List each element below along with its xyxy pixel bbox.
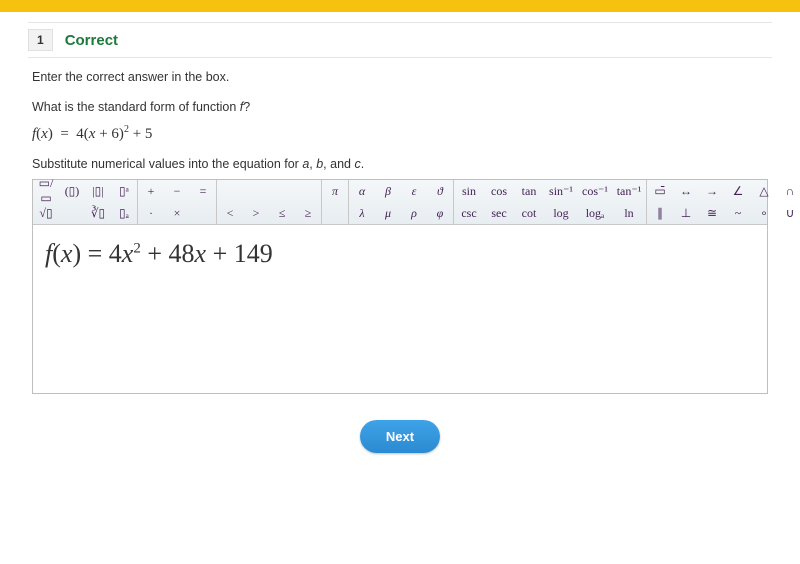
tb-pi[interactable]: π — [322, 180, 348, 202]
tb-acos[interactable]: cos⁻¹ — [578, 180, 612, 202]
tb-beta[interactable]: β — [375, 180, 401, 202]
tb-arrow[interactable]: → — [699, 180, 725, 202]
question-header: 1 Correct — [28, 22, 772, 58]
tb-blank2[interactable] — [190, 202, 216, 224]
ans-b: 48 — [169, 239, 195, 268]
tb-group-trig: sin cos tan sin⁻¹ cos⁻¹ tan⁻¹ csc sec co… — [454, 180, 647, 224]
tb-superscript[interactable]: ▯ᵃ — [111, 180, 137, 202]
tb-theta[interactable]: ϑ — [427, 180, 453, 202]
tb-lt[interactable]: < — [217, 202, 243, 224]
tb-lambda[interactable]: λ — [349, 202, 375, 224]
tb-csc[interactable]: csc — [454, 202, 484, 224]
tb-group-greek: α β ε ϑ λ μ ρ φ — [349, 180, 454, 224]
ans-plus2: + — [206, 239, 234, 268]
math-toolbar: ▭/▭ (▯) |▯| ▯ᵃ √▯ ∛▯ ▯ₐ — [33, 180, 767, 225]
ans-eq: = — [81, 239, 109, 268]
tb-c3c[interactable] — [269, 180, 295, 202]
tb-cot[interactable]: cot — [514, 202, 544, 224]
tb-cos[interactable]: cos — [484, 180, 514, 202]
sep2: , and — [323, 157, 354, 171]
instruction: Enter the correct answer in the box. — [32, 70, 768, 84]
answer-input-area[interactable]: f(x) = 4x2 + 48x + 149 — [33, 225, 767, 393]
tb-nthroot[interactable]: ∛▯ — [85, 202, 111, 224]
tb-atan[interactable]: tan⁻¹ — [612, 180, 646, 202]
tb-mu[interactable]: μ — [375, 202, 401, 224]
tb-group-pi: π — [322, 180, 349, 224]
status-correct: Correct — [65, 32, 118, 49]
tb-angle[interactable]: ∠ — [725, 180, 751, 202]
content: 1 Correct Enter the correct answer in th… — [0, 12, 800, 453]
tb-group-geom: ▭̄ ↔ → ∠ △ ∩ ∥ ⊥ ≅ ~ ∘ — [647, 180, 800, 224]
tb-group-templates: ▭/▭ (▯) |▯| ▯ᵃ √▯ ∛▯ ▯ₐ — [33, 180, 138, 224]
tb-gt[interactable]: > — [243, 202, 269, 224]
tb-plus[interactable]: + — [138, 180, 164, 202]
tb-blank3[interactable] — [322, 202, 348, 224]
tb-tan[interactable]: tan — [514, 180, 544, 202]
equation-editor: ▭/▭ (▯) |▯| ▯ᵃ √▯ ∛▯ ▯ₐ — [32, 179, 768, 394]
ans-c: 149 — [234, 239, 273, 268]
tb-c3b[interactable] — [243, 180, 269, 202]
ans-paren-open: ( — [52, 239, 61, 268]
given-formula: f(x) = 4(x + 6)2 + 5 — [32, 124, 768, 143]
ans-exp: 2 — [133, 240, 141, 256]
brand-topbar — [0, 0, 800, 12]
tb-c3a[interactable] — [217, 180, 243, 202]
ans-x2: x — [195, 239, 207, 268]
tb-sqrt[interactable]: √▯ — [33, 202, 59, 224]
next-wrap: Next — [32, 420, 768, 453]
tb-logb[interactable]: logₐ — [578, 202, 612, 224]
tb-ln[interactable]: ln — [612, 202, 646, 224]
tb-sec[interactable]: sec — [484, 202, 514, 224]
tb-dot[interactable]: · — [138, 202, 164, 224]
sub-prefix: Substitute numerical values into the equ… — [32, 157, 302, 171]
tb-overbar[interactable]: ▭̄ — [647, 180, 673, 202]
tb-sin[interactable]: sin — [454, 180, 484, 202]
tb-intersect[interactable]: ∩ — [777, 180, 800, 202]
prompt: What is the standard form of function f? — [32, 100, 768, 114]
answer-expression: f(x) = 4x2 + 48x + 149 — [45, 239, 755, 269]
ans-paren-close: ) — [72, 239, 81, 268]
tb-asin[interactable]: sin⁻¹ — [544, 180, 578, 202]
tb-dblarrow[interactable]: ↔ — [673, 180, 699, 202]
tb-group-ops: + − = · × — [138, 180, 217, 224]
tb-parens[interactable]: (▯) — [59, 180, 85, 202]
prompt-text: What is the standard form of function — [32, 100, 240, 114]
tb-alpha[interactable]: α — [349, 180, 375, 202]
tb-le[interactable]: ≤ — [269, 202, 295, 224]
tb-ge[interactable]: ≥ — [295, 202, 321, 224]
tb-rho[interactable]: ρ — [401, 202, 427, 224]
question-body: Enter the correct answer in the box. Wha… — [28, 58, 772, 453]
tb-abs[interactable]: |▯| — [85, 180, 111, 202]
ans-plus1: + — [141, 239, 169, 268]
tb-parallel[interactable]: ∥ — [647, 202, 673, 224]
ans-a: 4 — [109, 239, 122, 268]
tb-group-compare: < > ≤ ≥ — [217, 180, 322, 224]
tb-equals[interactable]: = — [190, 180, 216, 202]
prompt-q: ? — [243, 100, 250, 114]
ans-x1: x — [122, 239, 134, 268]
tb-fraction[interactable]: ▭/▭ — [33, 180, 59, 202]
tb-blank1[interactable] — [59, 202, 85, 224]
tb-similar[interactable]: ~ — [725, 202, 751, 224]
tb-perp[interactable]: ⊥ — [673, 202, 699, 224]
tb-times[interactable]: × — [164, 202, 190, 224]
tb-log[interactable]: log — [544, 202, 578, 224]
tb-c3d[interactable] — [295, 180, 321, 202]
next-button[interactable]: Next — [360, 420, 440, 453]
question-number: 1 — [28, 29, 53, 51]
tb-triangle[interactable]: △ — [751, 180, 777, 202]
tb-minus[interactable]: − — [164, 180, 190, 202]
tb-epsilon[interactable]: ε — [401, 180, 427, 202]
tb-subscript[interactable]: ▯ₐ — [111, 202, 137, 224]
sub-suffix: . — [361, 157, 364, 171]
substitute-line: Substitute numerical values into the equ… — [32, 157, 768, 171]
tb-union[interactable]: ∪ — [777, 202, 800, 224]
tb-congr[interactable]: ≅ — [699, 202, 725, 224]
page: 1 Correct Enter the correct answer in th… — [0, 0, 800, 564]
ans-x: x — [61, 239, 73, 268]
tb-phi[interactable]: φ — [427, 202, 453, 224]
tb-degree[interactable]: ∘ — [751, 202, 777, 224]
